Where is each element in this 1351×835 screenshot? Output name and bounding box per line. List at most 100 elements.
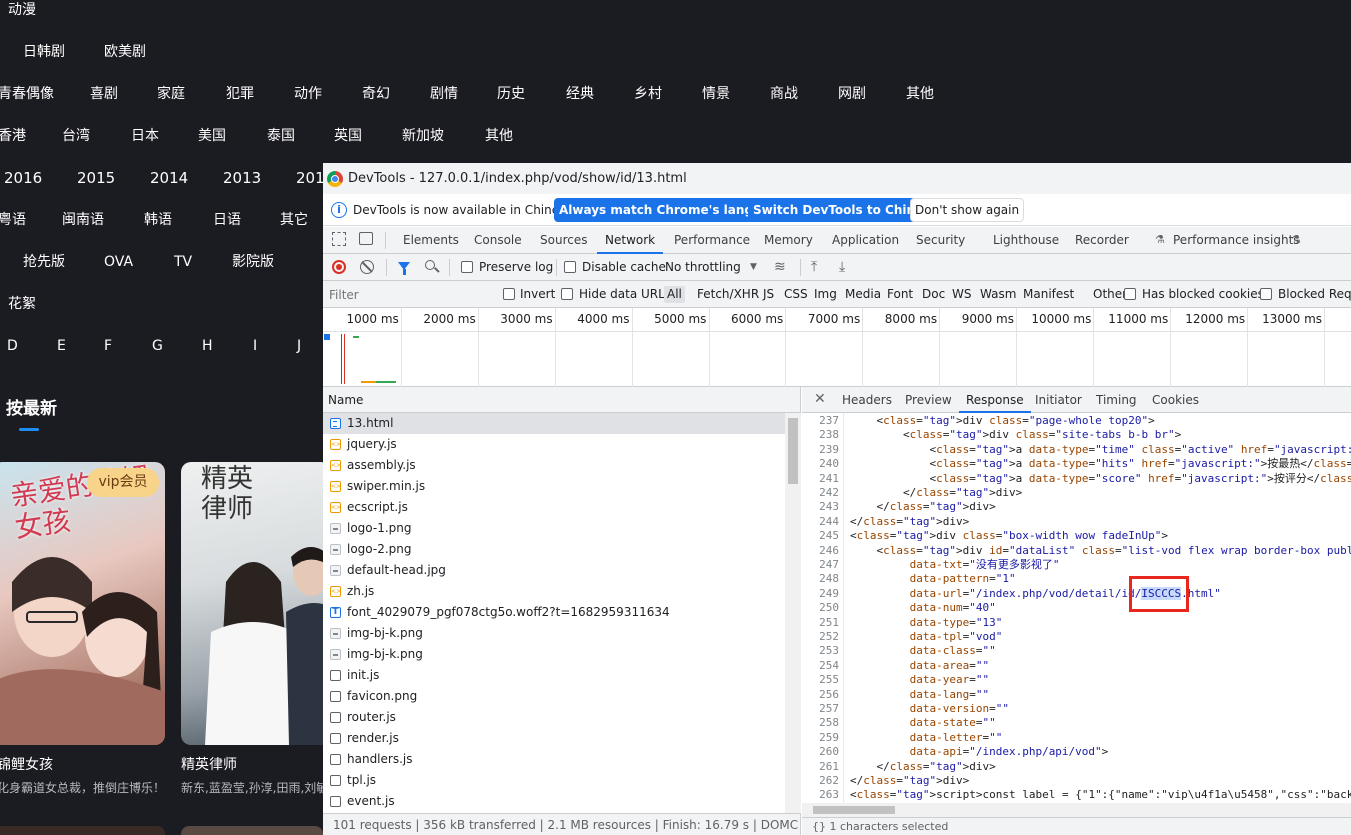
preserve-log-checkbox[interactable] bbox=[461, 261, 473, 273]
scrollbar-thumb[interactable] bbox=[813, 806, 895, 814]
throttling-select[interactable]: No throttling bbox=[665, 254, 741, 281]
filter-option[interactable]: 日韩剧 bbox=[23, 37, 65, 67]
name-column-header[interactable]: Name bbox=[323, 387, 800, 413]
filter-option[interactable]: H bbox=[202, 331, 213, 361]
disable-cache-checkbox[interactable] bbox=[564, 261, 576, 273]
tab-console[interactable]: Console bbox=[474, 227, 522, 254]
filter-option[interactable]: 台湾 bbox=[62, 121, 90, 151]
filter-option[interactable]: 泰国 bbox=[267, 121, 295, 151]
filter-option[interactable]: 2016 bbox=[4, 163, 42, 193]
filter-option[interactable]: 奇幻 bbox=[362, 79, 390, 109]
request-row[interactable]: tpl.js bbox=[323, 770, 785, 791]
tab-network[interactable]: Network bbox=[596, 227, 664, 254]
hide-data-urls-checkbox[interactable] bbox=[561, 288, 573, 300]
request-row[interactable]: zh.js bbox=[323, 581, 785, 602]
tab-performance[interactable]: Performance bbox=[674, 227, 750, 254]
response-source-view[interactable]: 237 <class="tag">div class="page-whole t… bbox=[802, 413, 1351, 803]
filter-option[interactable]: 韩语 bbox=[144, 205, 172, 235]
type-filter-media[interactable]: Media bbox=[845, 281, 881, 308]
type-filter-all[interactable]: All bbox=[664, 286, 685, 303]
detail-tab-response[interactable]: Response bbox=[959, 387, 1031, 413]
filter-option[interactable]: 抢先版 bbox=[23, 247, 65, 277]
filter-option[interactable]: 美国 bbox=[198, 121, 226, 151]
filter-icon[interactable] bbox=[398, 262, 410, 275]
device-toolbar-icon[interactable] bbox=[359, 232, 373, 245]
filter-option[interactable]: 新加坡 bbox=[402, 121, 444, 151]
tab-security[interactable]: Security bbox=[916, 227, 965, 254]
request-row[interactable]: img-bj-k.png bbox=[323, 623, 785, 644]
inspect-element-icon[interactable] bbox=[332, 232, 346, 246]
has-blocked-cookies-checkbox[interactable] bbox=[1124, 288, 1136, 300]
request-row[interactable]: jquery.js bbox=[323, 434, 785, 455]
filter-option[interactable]: TV bbox=[174, 247, 192, 277]
tab-lighthouse[interactable]: Lighthouse bbox=[993, 227, 1059, 254]
filter-option[interactable]: I bbox=[253, 331, 257, 361]
filter-option[interactable]: 犯罪 bbox=[226, 79, 254, 109]
filter-option[interactable]: 青春偶像 bbox=[0, 79, 54, 109]
tab-memory[interactable]: Memory bbox=[764, 227, 813, 254]
tab-recorder[interactable]: Recorder bbox=[1075, 227, 1129, 254]
filter-option[interactable]: E bbox=[57, 331, 66, 361]
filter-option[interactable]: 2013 bbox=[223, 163, 261, 193]
tab-elements[interactable]: Elements bbox=[403, 227, 459, 254]
poster-title[interactable]: 锦鲤女孩 bbox=[0, 754, 53, 774]
type-filter-other[interactable]: Other bbox=[1093, 281, 1127, 308]
filter-option[interactable]: 粤语 bbox=[0, 205, 26, 235]
type-filter-img[interactable]: Img bbox=[814, 281, 837, 308]
filter-option[interactable]: OVA bbox=[104, 247, 133, 277]
request-row[interactable]: logo-1.png bbox=[323, 518, 785, 539]
filter-input[interactable] bbox=[326, 284, 491, 305]
filter-option[interactable]: J bbox=[297, 331, 301, 361]
filter-option[interactable]: 欧美剧 bbox=[104, 37, 146, 67]
filter-option[interactable]: 2014 bbox=[150, 163, 188, 193]
tab-sources[interactable]: Sources bbox=[540, 227, 587, 254]
tab-performance-insights[interactable]: Performance insights bbox=[1173, 227, 1300, 254]
export-har-icon[interactable]: ⤓ bbox=[839, 254, 845, 281]
filter-option[interactable]: 英国 bbox=[334, 121, 362, 151]
filter-option[interactable]: 花絮 bbox=[8, 289, 36, 319]
filter-option[interactable]: F bbox=[104, 331, 112, 361]
filter-option[interactable]: 其它 bbox=[280, 205, 308, 235]
filter-option[interactable]: 商战 bbox=[770, 79, 798, 109]
type-filter-wasm[interactable]: Wasm bbox=[980, 281, 1016, 308]
detail-tab-timing[interactable]: Timing bbox=[1096, 387, 1137, 413]
import-har-icon[interactable]: ⤒ bbox=[811, 254, 817, 281]
type-filter-fetchxhr[interactable]: Fetch/XHR bbox=[697, 281, 759, 308]
request-row[interactable]: swiper.min.js bbox=[323, 476, 785, 497]
request-row[interactable]: init.js bbox=[323, 665, 785, 686]
request-row[interactable]: handlers.js bbox=[323, 749, 785, 770]
poster-title[interactable]: 精英律师 bbox=[181, 754, 237, 774]
poster-elite-lawyer[interactable]: 精英律师 bbox=[181, 462, 331, 745]
request-row[interactable]: default-head.jpg bbox=[323, 560, 785, 581]
request-list-scrollbar[interactable] bbox=[785, 413, 801, 813]
tab-application[interactable]: Application bbox=[832, 227, 899, 254]
filter-option[interactable]: 香港 bbox=[0, 121, 26, 151]
filter-option[interactable]: 剧情 bbox=[430, 79, 458, 109]
filter-option[interactable]: 闽南语 bbox=[62, 205, 104, 235]
filter-option[interactable]: 情景 bbox=[702, 79, 730, 109]
network-conditions-icon[interactable]: ≋ bbox=[774, 254, 786, 281]
detail-tab-cookies[interactable]: Cookies bbox=[1152, 387, 1199, 413]
request-row[interactable]: render.js bbox=[323, 728, 785, 749]
detail-tab-headers[interactable]: Headers bbox=[842, 387, 892, 413]
request-row[interactable]: Tfont_4029079_pgf078ctg5o.woff2?t=168295… bbox=[323, 602, 785, 623]
sort-tab-latest[interactable]: 按最新 bbox=[6, 394, 57, 419]
filter-option[interactable]: 其他 bbox=[485, 121, 513, 151]
filter-option[interactable]: 家庭 bbox=[157, 79, 185, 109]
search-icon[interactable] bbox=[425, 260, 435, 270]
type-filter-font[interactable]: Font bbox=[887, 281, 913, 308]
filter-option[interactable]: 影院版 bbox=[232, 247, 274, 277]
filter-option[interactable]: 其他 bbox=[906, 79, 934, 109]
blocked-requests-checkbox[interactable] bbox=[1260, 288, 1272, 300]
scrollbar-thumb[interactable] bbox=[788, 418, 798, 484]
filter-option[interactable]: 动作 bbox=[294, 79, 322, 109]
filter-option[interactable]: 日本 bbox=[131, 121, 159, 151]
window-titlebar[interactable]: DevTools - 127.0.0.1/index.php/vod/show/… bbox=[323, 163, 1351, 194]
filter-option[interactable]: 动漫 bbox=[8, 0, 36, 25]
request-row[interactable]: router.js bbox=[323, 707, 785, 728]
filter-option[interactable]: 经典 bbox=[566, 79, 594, 109]
type-filter-css[interactable]: CSS bbox=[784, 281, 808, 308]
filter-option[interactable]: 历史 bbox=[497, 79, 525, 109]
filter-option[interactable]: D bbox=[7, 331, 18, 361]
clear-icon[interactable] bbox=[360, 260, 374, 274]
